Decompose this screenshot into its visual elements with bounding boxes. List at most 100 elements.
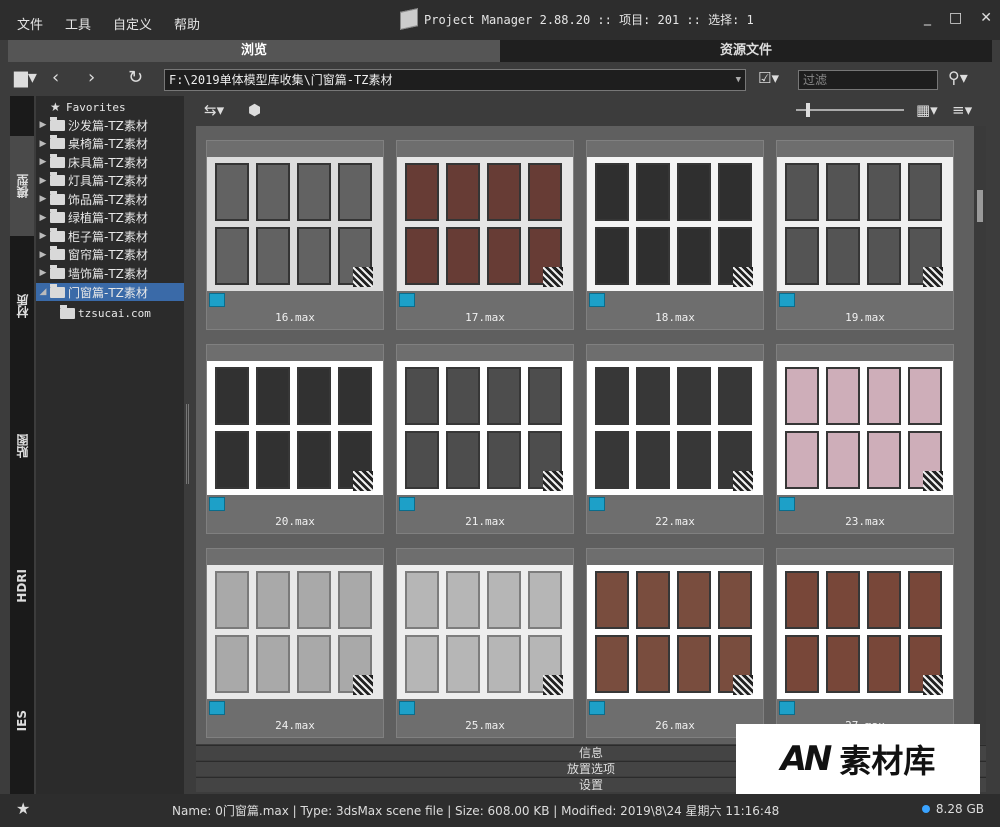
tree-item[interactable]: ▶ 绿植篇-TZ素材	[36, 209, 184, 227]
expand-arrow-icon[interactable]: ▶	[36, 157, 50, 167]
expand-arrow-icon[interactable]: ▶	[36, 268, 50, 278]
menu-tools[interactable]: 工具	[54, 14, 102, 33]
asset-card[interactable]: 25.max	[396, 548, 574, 738]
expand-arrow-icon[interactable]: ▶	[36, 194, 50, 204]
asset-card[interactable]: 27.max	[776, 548, 954, 738]
tree-item[interactable]: ▶ 饰品篇-TZ素材	[36, 190, 184, 208]
expand-arrow-icon[interactable]: ▶	[36, 120, 50, 130]
filter-check-icon[interactable]: ☑▾	[758, 68, 779, 88]
asset-card[interactable]: 19.max	[776, 140, 954, 330]
filter-input[interactable]: 过滤	[798, 70, 938, 90]
tab-materials[interactable]: 材质	[10, 256, 34, 356]
window-controls: _ □ ✕	[924, 10, 992, 26]
category-tabs: 模型 材质 贴图 HDRI IES	[10, 96, 34, 796]
search-icon[interactable]: ⚲▾	[948, 68, 968, 88]
expand-arrow-icon[interactable]: ▶	[36, 176, 50, 186]
refresh-icon[interactable]: ↻	[128, 68, 143, 88]
asset-card[interactable]: 21.max	[396, 344, 574, 534]
door-shape	[595, 635, 629, 693]
expand-arrow-icon[interactable]: ▶	[36, 213, 50, 223]
asset-thumbnail	[777, 565, 953, 699]
asset-card[interactable]: 17.max	[396, 140, 574, 330]
door-shape	[785, 367, 819, 425]
path-input[interactable]: F:\2019单体模型库收集\门窗篇-TZ素材 ▼	[164, 69, 746, 91]
tree-item[interactable]: ▶ 窗帘篇-TZ素材	[36, 246, 184, 264]
tab-browse[interactable]: 浏览	[8, 40, 500, 62]
scrollbar-thumb[interactable]	[977, 190, 983, 222]
asset-card[interactable]: 26.max	[586, 548, 764, 738]
tree-item[interactable]: ▶ 灯具篇-TZ素材	[36, 172, 184, 190]
forward-icon[interactable]: ›	[88, 68, 95, 88]
door-shape	[338, 163, 372, 221]
asset-card[interactable]: 23.max	[776, 344, 954, 534]
3dsmax-file-icon	[589, 701, 605, 715]
asset-filename: 22.max	[655, 515, 695, 528]
asset-card[interactable]: 18.max	[586, 140, 764, 330]
tree-item[interactable]: ▶ 床具篇-TZ素材	[36, 153, 184, 171]
asset-thumbnail	[777, 157, 953, 291]
asset-card[interactable]: 20.max	[206, 344, 384, 534]
folder-icon	[50, 153, 65, 168]
sort-icon[interactable]: ≡▾	[952, 100, 972, 120]
grid-view-icon[interactable]: ▦▾	[916, 100, 938, 120]
tab-models-label: 模型	[15, 174, 30, 198]
chevron-down-icon[interactable]: ▼	[736, 70, 741, 90]
menu-help[interactable]: 帮助	[163, 14, 211, 33]
3dsmax-file-icon	[399, 293, 415, 307]
thumbnail-size-slider[interactable]	[796, 103, 904, 117]
sync-icon[interactable]: ⇆▾	[204, 100, 224, 120]
door-shape	[677, 571, 711, 629]
asset-thumbnail	[587, 157, 763, 291]
3dsmax-file-icon	[209, 497, 225, 511]
folder-menu-icon[interactable]: ▆▾	[14, 68, 37, 88]
collapse-arrow-icon[interactable]: ◢	[36, 287, 50, 297]
door-shape	[256, 571, 290, 629]
door-shape	[785, 163, 819, 221]
tab-ies[interactable]: IES	[10, 676, 34, 766]
tree-item-label: 桌椅篇-TZ素材	[68, 137, 148, 151]
tree-item-selected[interactable]: ◢ 门窗篇-TZ素材	[36, 283, 184, 301]
vertical-scrollbar[interactable]	[974, 126, 986, 744]
tree-item[interactable]: ▶ 墙饰篇-TZ素材	[36, 264, 184, 282]
asset-thumbnail	[207, 565, 383, 699]
slider-knob[interactable]	[806, 103, 810, 117]
asset-thumbnail	[397, 361, 573, 495]
tree-subitem[interactable]: tzsucai.com	[36, 304, 184, 322]
asset-thumbnail	[587, 361, 763, 495]
tree-item[interactable]: ▶ 桌椅篇-TZ素材	[36, 135, 184, 153]
star-icon[interactable]: ★	[16, 799, 30, 818]
maximize-button[interactable]: □	[949, 10, 962, 26]
tree-favorites[interactable]: ★ Favorites	[36, 98, 184, 116]
door-shape	[446, 431, 480, 489]
tab-maps[interactable]: 贴图	[10, 396, 34, 496]
tab-resource-files[interactable]: 资源文件	[500, 40, 992, 62]
door-shape	[487, 163, 521, 221]
menu-file[interactable]: 文件	[6, 14, 54, 33]
3dsmax-file-icon	[779, 497, 795, 511]
title-bar: 文件 工具 自定义 帮助 Project Manager 2.88.20 :: …	[0, 0, 1000, 40]
3dsmax-file-icon	[399, 701, 415, 715]
qr-code-icon	[923, 675, 943, 695]
panel-splitter[interactable]	[186, 404, 189, 484]
door-shape	[785, 571, 819, 629]
box-icon[interactable]: ⬢	[248, 100, 261, 120]
status-bar: ★ Name: 0门窗篇.max | Type: 3dsMax scene fi…	[0, 794, 1000, 827]
minimize-button[interactable]: _	[924, 10, 931, 26]
asset-thumbnail	[207, 157, 383, 291]
tab-hdri[interactable]: HDRI	[10, 536, 34, 636]
menu-customize[interactable]: 自定义	[102, 14, 163, 33]
tree-item-label: 门窗篇-TZ素材	[68, 285, 148, 300]
expand-arrow-icon[interactable]: ▶	[36, 250, 50, 260]
asset-card[interactable]: 24.max	[206, 548, 384, 738]
filter-placeholder: 过滤	[803, 73, 828, 87]
tree-item[interactable]: ▶ 柜子篇-TZ素材	[36, 227, 184, 245]
asset-card[interactable]: 22.max	[586, 344, 764, 534]
tab-models[interactable]: 模型	[10, 136, 34, 236]
asset-card[interactable]: 16.max	[206, 140, 384, 330]
back-icon[interactable]: ‹	[52, 68, 59, 88]
expand-arrow-icon[interactable]: ▶	[36, 231, 50, 241]
door-shape	[867, 163, 901, 221]
expand-arrow-icon[interactable]: ▶	[36, 139, 50, 149]
tree-item[interactable]: ▶ 沙发篇-TZ素材	[36, 116, 184, 134]
close-button[interactable]: ✕	[980, 10, 992, 26]
